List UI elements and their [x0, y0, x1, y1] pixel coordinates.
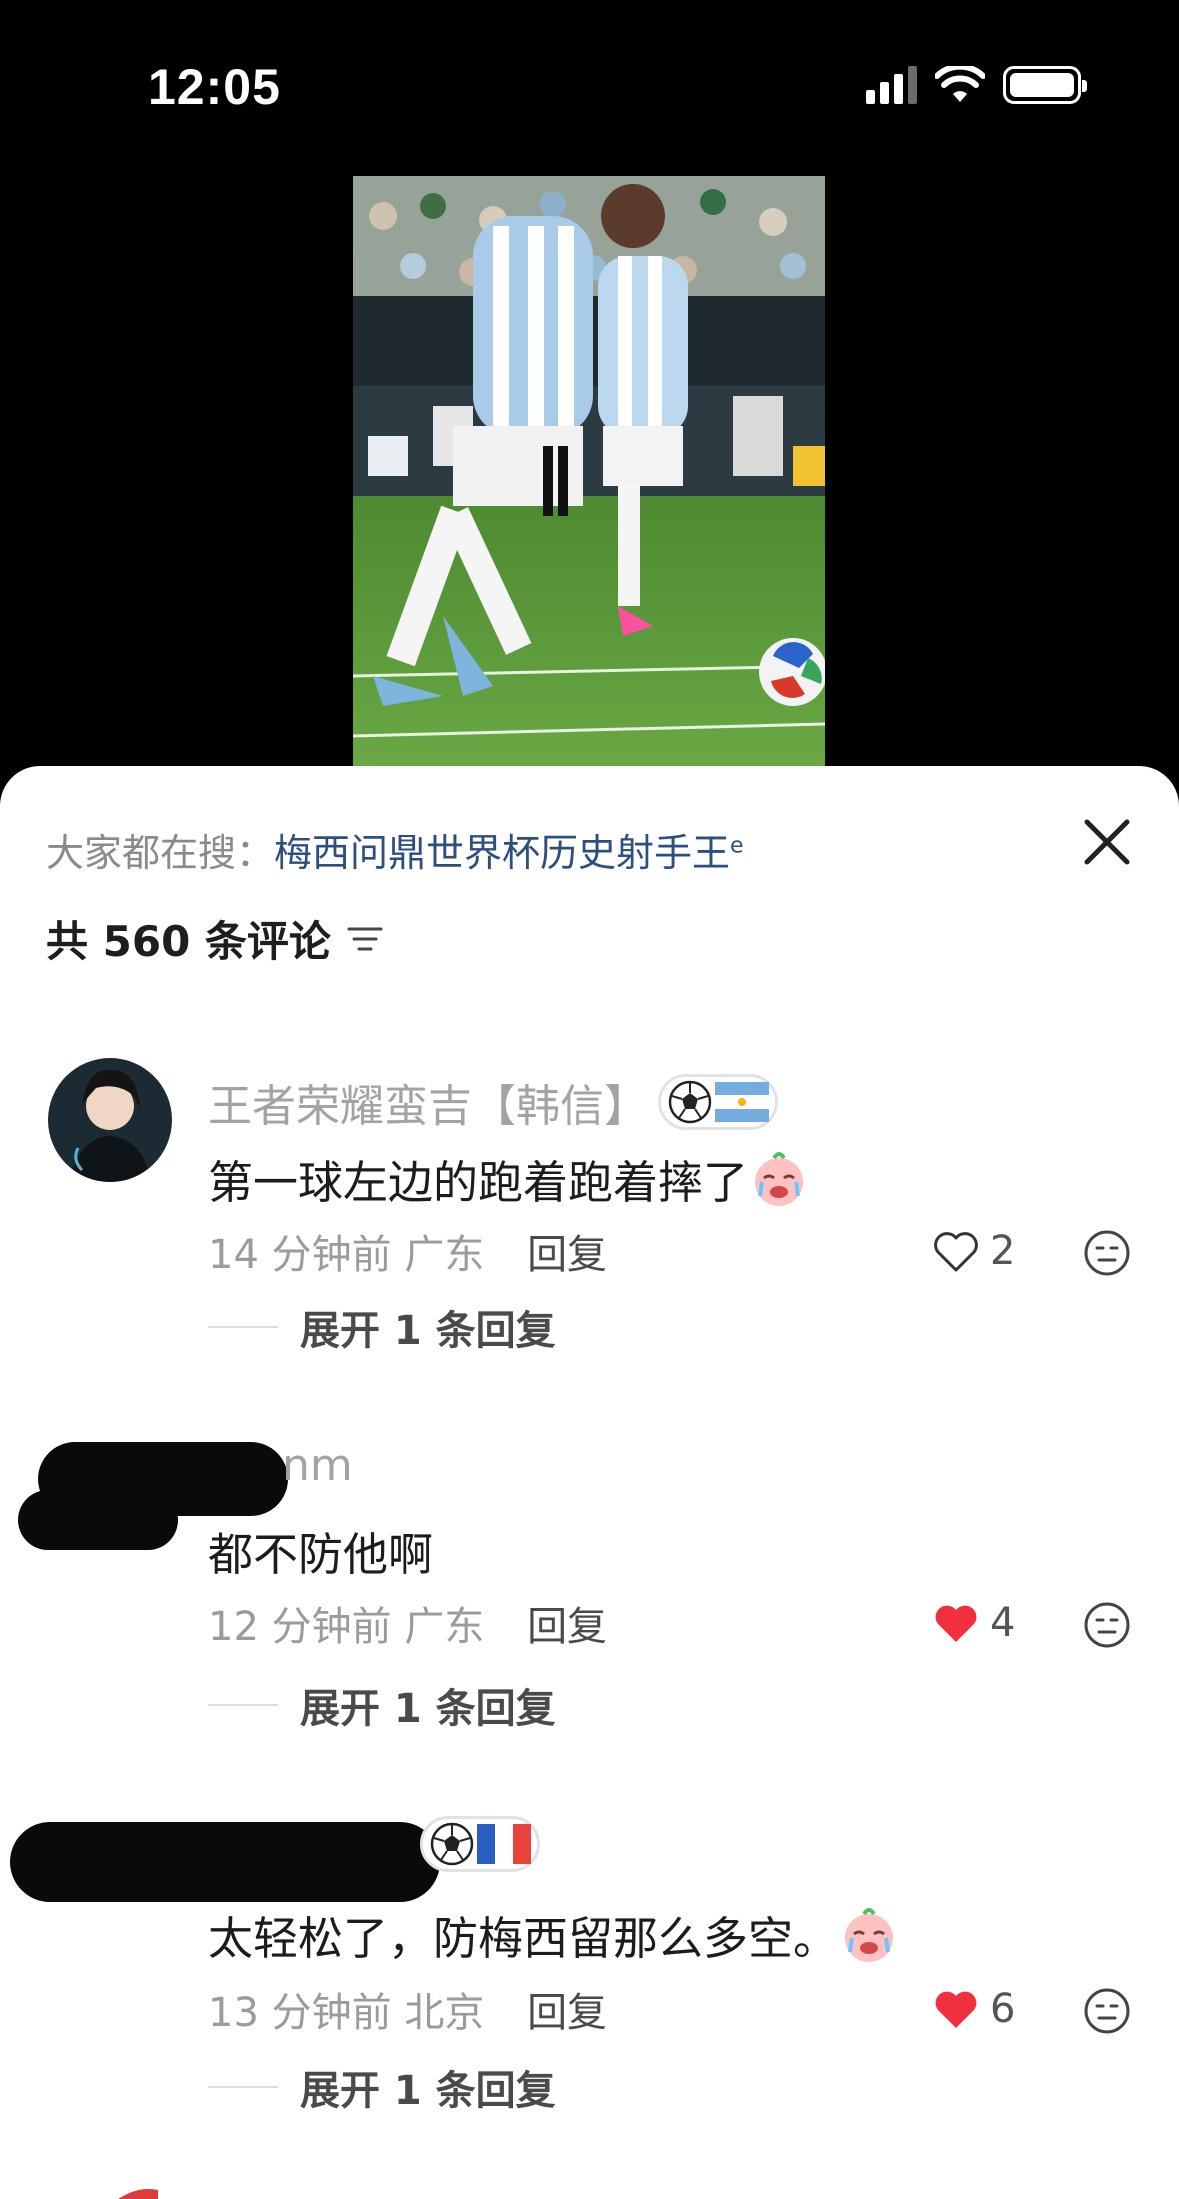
comment-count-row[interactable]: 共 560 条评论: [46, 908, 385, 969]
expand-replies[interactable]: 展开 1 条回复: [208, 1676, 556, 1734]
argentina-flag-icon: [715, 1082, 769, 1122]
comment-text: 太轻松了，防梅西留那么多空。: [208, 1902, 900, 1967]
dislike-face-icon[interactable]: [1082, 1228, 1132, 1278]
comment-username[interactable]: 王者荣耀蛮吉【韩信】: [208, 1070, 778, 1134]
like-count: 6: [990, 1986, 1016, 2032]
close-icon[interactable]: [1073, 808, 1141, 876]
video-player[interactable]: [353, 176, 825, 766]
comment-time: 13 分钟前: [208, 1990, 392, 2036]
video-frame-image: [353, 176, 825, 766]
like-count: 2: [990, 1228, 1016, 1274]
comment-text: 都不防他啊: [208, 1528, 434, 1581]
comment-username[interactable]: [420, 1816, 540, 1872]
comment-meta: 14 分钟前 广东 回复: [208, 1222, 607, 1280]
like-button[interactable]: 4: [932, 1600, 1015, 1646]
comment-count: 共 560 条评论: [46, 917, 331, 966]
soccer-ball-argentina-flag-badge: [658, 1074, 778, 1130]
comment-location: 广东: [404, 1232, 485, 1278]
like-button[interactable]: 2: [932, 1228, 1015, 1274]
reply-button[interactable]: 回复: [527, 1232, 607, 1278]
partial-next-avatar: [118, 2189, 158, 2199]
comment-meta: 13 分钟前 北京 回复: [208, 1980, 607, 2038]
heart-filled-icon: [935, 1605, 977, 1642]
comment-location: 北京: [404, 1990, 485, 2036]
battery-icon: [1003, 66, 1087, 104]
suggested-search-term[interactable]: 梅西问鼎世界杯历史射手王: [274, 831, 730, 875]
status-bar: 12:05: [0, 0, 1179, 170]
expand-replies[interactable]: 展开 1 条回复: [208, 2058, 556, 2116]
search-icon: 𝖾: [730, 833, 744, 859]
dislike-face-icon[interactable]: [1082, 1600, 1132, 1650]
crying-face-emoji: [755, 1151, 804, 1206]
crying-face-emoji: [845, 1907, 894, 1962]
soccer-ball-icon: [668, 1080, 712, 1124]
comment-text: 第一球左边的跑着跑着摔了: [208, 1146, 810, 1211]
soccer-ball-france-flag-badge: [420, 1816, 540, 1872]
status-icons: [866, 66, 1087, 104]
sort-icon[interactable]: [345, 919, 385, 959]
heart-outline-icon: [934, 1232, 978, 1272]
redacted-avatar-name: [10, 1822, 440, 1902]
comment-time: 14 分钟前: [208, 1232, 392, 1278]
comment-meta: 12 分钟前 广东 回复: [208, 1594, 607, 1652]
comment-time: 12 分钟前: [208, 1604, 392, 1650]
comment-location: 广东: [404, 1604, 485, 1650]
like-count: 4: [990, 1600, 1016, 1646]
france-flag-icon: [477, 1824, 531, 1864]
soccer-ball-icon: [430, 1822, 474, 1866]
redacted-avatar: [18, 1490, 178, 1550]
suggested-search-prefix: 大家都在搜：: [46, 831, 275, 875]
cellular-signal-icon: [866, 66, 917, 104]
comments-sheet: 大家都在搜：梅西问鼎世界杯历史射手王𝖾 共 560 条评论 王者荣耀蛮吉【韩信】: [0, 766, 1179, 2199]
suggested-search[interactable]: 大家都在搜：梅西问鼎世界杯历史射手王𝖾: [46, 822, 744, 877]
comment-username[interactable]: nm: [282, 1440, 353, 1491]
like-button[interactable]: 6: [932, 1986, 1015, 2032]
reply-button[interactable]: 回复: [527, 1990, 607, 2036]
reply-button[interactable]: 回复: [527, 1604, 607, 1650]
dislike-face-icon[interactable]: [1082, 1986, 1132, 2036]
expand-replies[interactable]: 展开 1 条回复: [208, 1298, 556, 1356]
heart-filled-icon: [935, 1991, 977, 2028]
status-time: 12:05: [148, 59, 281, 115]
avatar[interactable]: [48, 1058, 172, 1182]
wifi-icon: [935, 66, 985, 102]
